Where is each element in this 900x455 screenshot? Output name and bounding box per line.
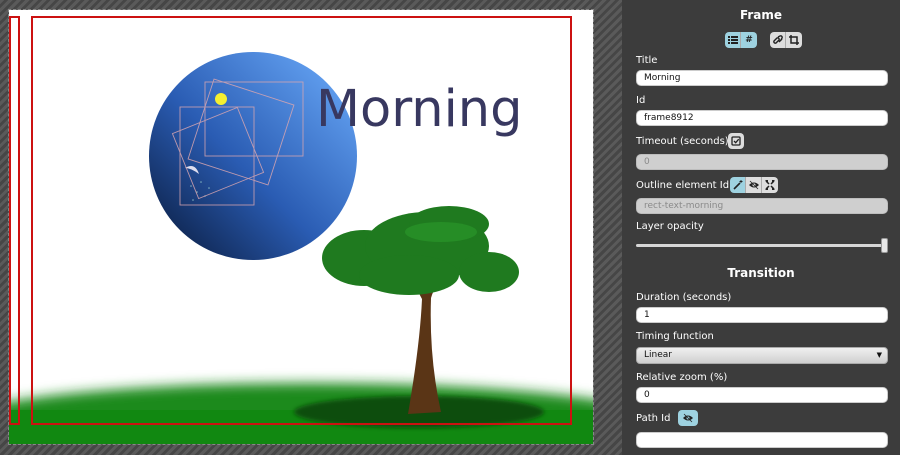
chevron-down-icon: ▼ (876, 351, 882, 359)
drawing: Morning (9, 16, 593, 444)
duration-label: Duration (seconds) (636, 292, 732, 303)
link-icon (772, 35, 783, 44)
list-icon (727, 36, 738, 44)
path-label: Path Id (636, 413, 671, 424)
opacity-slider-track[interactable] (636, 244, 888, 247)
app-window: Morning Frame # Title Morning Id frame89… (0, 0, 900, 455)
zoom-field[interactable]: 0 (636, 387, 888, 403)
checkbox-checked-icon (731, 136, 741, 146)
tree (322, 206, 519, 414)
timing-select-value: Linear (644, 350, 672, 360)
hash-view-button[interactable]: # (741, 32, 757, 48)
eye-icon (683, 413, 693, 423)
transition-section-title: Transition (727, 266, 795, 280)
hash-icon: # (745, 35, 753, 45)
link-button[interactable] (770, 32, 786, 48)
sun-icon (215, 93, 227, 105)
path-field[interactable] (636, 432, 888, 448)
crop-icon (789, 35, 799, 45)
crop-button[interactable] (786, 32, 802, 48)
eye-icon (748, 180, 759, 190)
timeout-label: Timeout (seconds) (636, 136, 729, 147)
slide-canvas[interactable]: Morning (8, 9, 594, 445)
timeout-field[interactable]: 0 (636, 154, 888, 170)
canvas-area[interactable]: Morning (0, 0, 622, 455)
outline-view-button[interactable] (746, 177, 762, 193)
path-view-button[interactable] (678, 410, 698, 426)
outline-field[interactable]: rect-text-morning (636, 198, 888, 214)
frame-outline-left[interactable] (9, 16, 20, 425)
outline-fit-button[interactable] (762, 177, 778, 193)
outline-pick-button[interactable] (730, 177, 746, 193)
timing-select[interactable]: Linear ▼ (636, 347, 888, 364)
magic-wand-icon (732, 180, 742, 190)
list-view-button[interactable] (725, 32, 741, 48)
frame-tools (770, 32, 802, 48)
move-icon (765, 180, 775, 190)
id-field[interactable]: frame8912 (636, 110, 888, 126)
outline-buttons (730, 177, 778, 193)
opacity-label: Layer opacity (636, 221, 704, 232)
properties-panel: Frame # Title Morning Id frame8912 Timeo… (622, 0, 900, 455)
title-field[interactable]: Morning (636, 70, 888, 86)
zoom-label: Relative zoom (%) (636, 372, 728, 383)
path-buttons (678, 410, 698, 426)
timeout-checkbox-button[interactable] (728, 133, 744, 149)
frame-view-toggle: # (725, 32, 757, 48)
id-label: Id (636, 95, 646, 106)
canvas-title-text: Morning (316, 80, 522, 139)
grass-hill (9, 383, 593, 444)
opacity-slider-thumb[interactable] (881, 238, 888, 253)
timing-label: Timing function (636, 331, 714, 342)
timeout-toggle (728, 133, 744, 149)
title-label: Title (636, 55, 658, 66)
duration-field[interactable]: 1 (636, 307, 888, 323)
outline-label: Outline element Id (636, 180, 730, 191)
frame-section-title: Frame (739, 8, 783, 22)
